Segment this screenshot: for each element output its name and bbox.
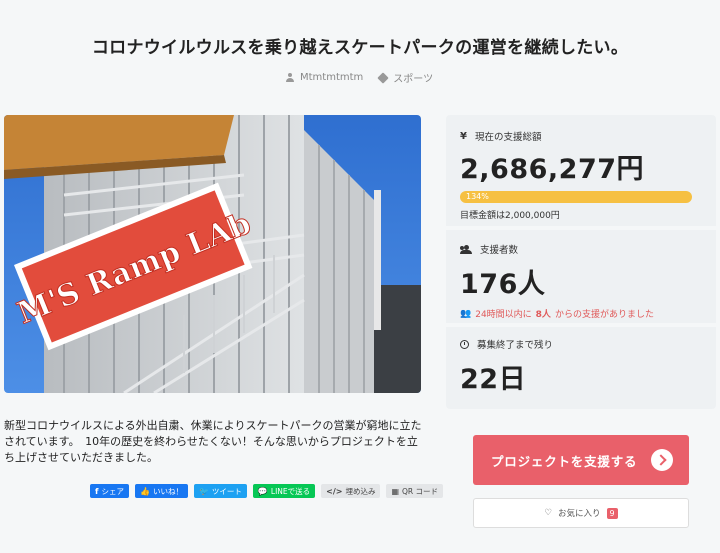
funding-section: ¥ 現在の支援総額 2,686,277円 134% 目標金額は2,000,000… [460,129,700,221]
remaining-section: 募集終了まで残り 22日 [460,337,700,396]
project-meta: Mtmtmtmtm スポーツ [286,70,433,85]
user-icon [286,73,294,82]
facebook-icon: f [95,486,99,496]
share-bar: f シェア 👍 いいね！ 🐦 ツイート 💬 LINEで送る </> 埋め込み ▦… [90,484,444,498]
favorite-button[interactable]: ♡ お気に入り 9 [473,498,689,528]
twitter-icon: 🐦 [198,486,209,496]
clock-icon [460,339,469,349]
project-hero-image: M'S Ramp LAb [4,115,421,393]
author-name: Mtmtmtmtm [300,72,364,83]
author-link[interactable]: Mtmtmtmtm [286,72,363,83]
project-title: コロナウイルウルスを乗り越えスケートパークの運営を継続したい。 [91,38,629,58]
supporters-count: 176人 [460,269,546,300]
code-icon: </> [326,486,343,496]
recent-supporters: 👥 24時間以内に 8人 からの支援がありました [460,308,654,321]
tweet-button[interactable]: 🐦 ツイート [193,484,247,498]
supporters-section: 支援者数 176人 👥 24時間以内に 8人 からの支援がありました [460,242,700,320]
favorite-count: 9 [606,507,618,519]
facebook-like-button[interactable]: 👍 いいね！ [134,484,188,498]
funding-label: 現在の支援総額 [474,132,542,143]
users-icon [460,244,472,254]
thumbs-up-icon: 👍 [139,486,150,496]
line-icon: 💬 [257,486,268,496]
facebook-share-button[interactable]: f シェア [90,484,129,498]
support-project-button[interactable]: プロジェクトを支援する [473,435,689,485]
qr-icon: ▦ [391,486,400,496]
funding-amount: 2,686,277円 [460,154,645,185]
chevron-right-icon [651,449,673,471]
remaining-label: 募集終了まで残り [477,340,554,351]
support-button-label: プロジェクトを支援する [491,453,638,469]
divider [446,226,716,230]
qr-code-button[interactable]: ▦ QR コード [386,484,444,498]
goal-amount: 目標金額は2,000,000円 [460,211,560,221]
user-plus-icon: 👥 [460,308,472,319]
progress-percent: 134% [466,192,489,201]
remaining-days: 22日 [460,364,527,395]
stats-panel: ¥ 現在の支援総額 2,686,277円 134% 目標金額は2,000,000… [446,115,716,409]
supporters-label: 支援者数 [480,245,519,256]
category-link[interactable]: スポーツ [377,70,434,85]
heart-icon: ♡ [544,508,552,518]
line-share-button[interactable]: 💬 LINEで送る [252,484,316,498]
tag-icon [377,71,389,84]
category-name: スポーツ [393,74,434,85]
funding-progress-bar: 134% [460,191,692,203]
divider [446,323,716,327]
yen-icon: ¥ [460,130,467,142]
project-description: 新型コロナウイルスによる外出自粛、休業によりスケートパークの営業が窮地に立たされ… [4,419,422,464]
embed-button[interactable]: </> 埋め込み [321,484,381,498]
favorite-label: お気に入り [558,509,601,519]
